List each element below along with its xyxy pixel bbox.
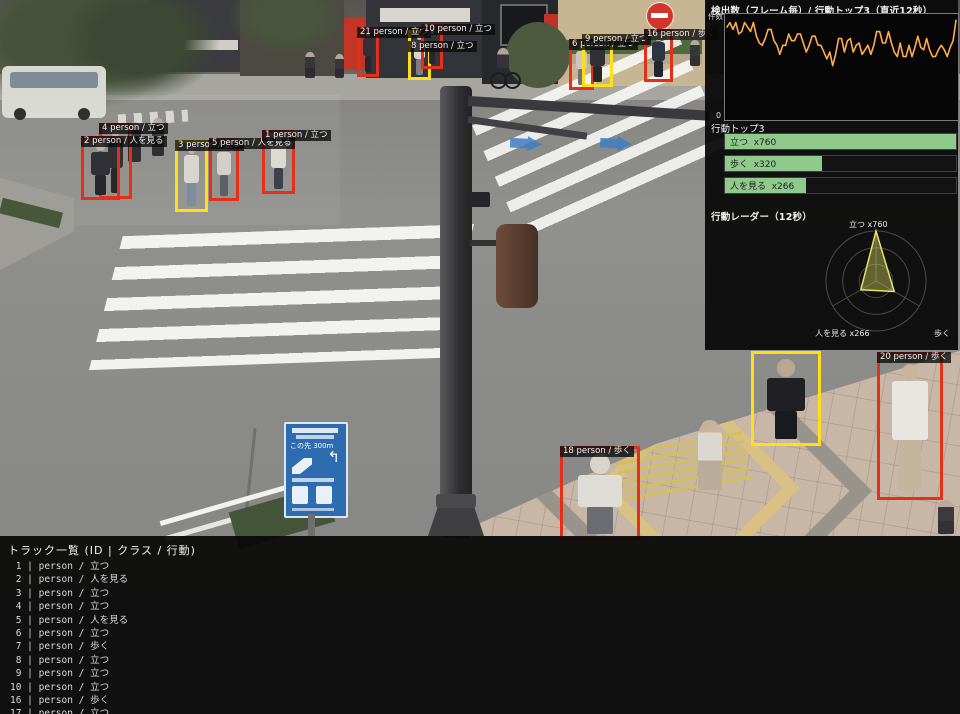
- detection-box-3: 3 person / 立つ: [175, 140, 208, 212]
- radar-title: 行動レーダー（12秒）: [705, 206, 958, 223]
- track-list-title: トラック一覧 (ID | クラス / 行動): [0, 536, 960, 558]
- person-torso: [184, 155, 200, 182]
- behavior-bar-label: 立つ x760: [730, 135, 776, 148]
- frame-count-line-svg: [725, 14, 958, 120]
- person-figure: [363, 33, 373, 73]
- radar-axis-label-standing: 立つ x760: [849, 219, 888, 230]
- person-legs: [95, 175, 107, 195]
- person-legs: [274, 168, 284, 188]
- detection-box-18: 18 person / 歩く: [560, 446, 640, 541]
- line-series: [727, 20, 956, 65]
- behavior-bar: 立つ x760: [724, 133, 957, 150]
- person-legs: [365, 56, 371, 72]
- track-list-panel: トラック一覧 (ID | クラス / 行動) 1 | person / 立つ 2…: [0, 536, 960, 714]
- person-legs: [587, 507, 614, 535]
- track-row: 1 | person / 立つ: [10, 560, 128, 573]
- yaxis-zero: 0: [716, 111, 721, 120]
- person-torso: [892, 381, 927, 440]
- track-list: 1 | person / 立つ 2 | person / 人を見る 3 | pe…: [10, 560, 128, 714]
- person-torso: [652, 42, 666, 61]
- detection-label: 10 person / 立つ: [421, 24, 495, 35]
- person-head: [777, 359, 794, 376]
- detection-box-16: 16 person / 歩く: [644, 29, 673, 82]
- detection-label: 21 person / 立つ: [357, 27, 431, 38]
- radar-axis-label-walking: 歩く: [934, 328, 950, 339]
- detection-box-9: 9 person / 立つ: [582, 34, 613, 87]
- track-row: 2 | person / 人を見る: [10, 573, 128, 586]
- detection-label: 18 person / 歩く: [560, 446, 634, 457]
- behavior-bar-label: 歩く x320: [730, 157, 776, 170]
- person-legs: [429, 51, 435, 65]
- radar-chart: [824, 229, 928, 333]
- person-legs: [654, 61, 662, 77]
- person-figure: [90, 142, 111, 194]
- cv-monitor-screen: この先 300m ↰ 21 person / 立つ8 person / 立つ10…: [0, 0, 960, 714]
- track-row: 5 | person / 人を見る: [10, 614, 128, 627]
- person-figure: [766, 359, 807, 439]
- detection-box-2: 2 person / 人を見る: [81, 136, 120, 200]
- detection-box-5: 5 person / 人を見る: [209, 138, 239, 201]
- detection-label: 1 person / 立つ: [262, 130, 331, 141]
- track-row: 4 | person / 立つ: [10, 600, 128, 613]
- person-figure: [576, 454, 623, 534]
- detection-label: 9 person / 立つ: [582, 34, 651, 45]
- behavior-bar: 歩く x320: [724, 155, 957, 172]
- person-torso: [590, 48, 605, 67]
- detection-box-anon: [751, 351, 821, 446]
- detection-chart-panel: 検出数（フレーム毎）/ 行動トップ3（直近12秒） 件数 0 行動トップ3 立つ…: [705, 0, 958, 206]
- frame-count-chart: [724, 13, 959, 121]
- person-legs: [220, 175, 229, 195]
- detection-label: 2 person / 人を見る: [81, 136, 167, 147]
- detection-label: 20 person / 歩く: [877, 352, 951, 363]
- radar-axis-label-looking: 人を見る x266: [815, 328, 870, 339]
- detection-label: 4 person / 立つ: [99, 123, 168, 134]
- person-figure: [216, 144, 231, 195]
- person-torso: [91, 152, 110, 175]
- track-row: 8 | person / 立つ: [10, 654, 128, 667]
- person-legs: [899, 440, 921, 491]
- radar-panel: 行動レーダー（12秒） 立つ x760 歩く 人を見る x266: [705, 206, 958, 350]
- detection-box-1: 1 person / 立つ: [262, 130, 295, 194]
- person-legs: [775, 411, 798, 440]
- track-row: 17 | person / 立つ: [10, 707, 128, 714]
- person-head: [902, 364, 918, 380]
- detection-label: 8 person / 立つ: [408, 41, 477, 52]
- track-row: 6 | person / 立つ: [10, 627, 128, 640]
- person-figure: [183, 147, 200, 206]
- person-head: [590, 454, 610, 474]
- person-figure: [651, 35, 666, 77]
- person-torso: [363, 38, 372, 56]
- behavior-bar-label: 人を見る x266: [730, 179, 794, 192]
- detection-box-20: 20 person / 歩く: [877, 352, 943, 500]
- track-row: 9 | person / 立つ: [10, 667, 128, 680]
- person-torso: [578, 475, 622, 507]
- yaxis-label: 件数: [708, 11, 723, 22]
- person-torso: [217, 152, 231, 175]
- person-torso: [767, 378, 805, 411]
- person-figure: [891, 364, 929, 492]
- track-row: 10 | person / 立つ: [10, 681, 128, 694]
- detection-box-21: 21 person / 立つ: [357, 27, 379, 77]
- track-row: 7 | person / 歩く: [10, 640, 128, 653]
- track-row: 3 | person / 立つ: [10, 587, 128, 600]
- track-row: 16 | person / 歩く: [10, 694, 128, 707]
- behavior-bars: 立つ x760 歩く x320 人を見る x266: [724, 133, 957, 199]
- person-legs: [187, 183, 197, 207]
- person-legs: [593, 66, 602, 82]
- behavior-bar: 人を見る x266: [724, 177, 957, 194]
